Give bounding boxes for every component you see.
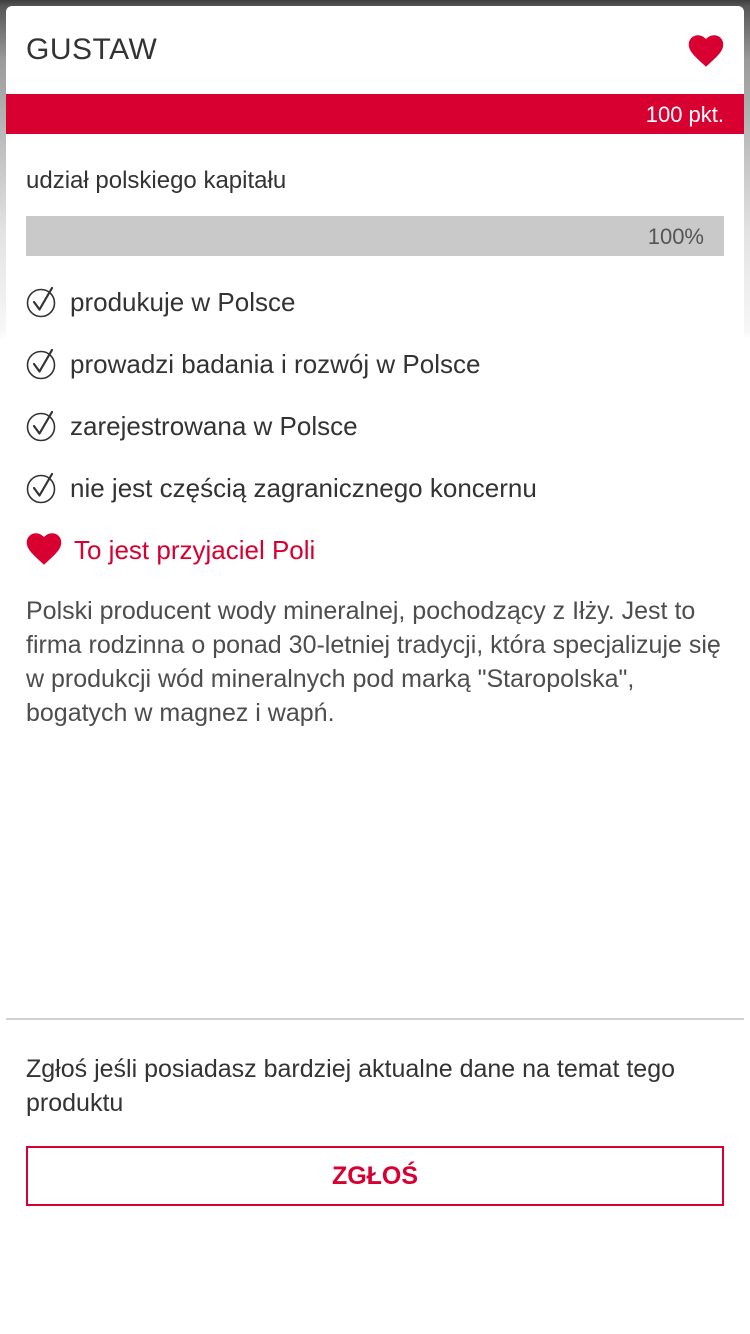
criteria-item: produkuje w Polsce: [26, 284, 726, 346]
product-description: Polski producent wody mineralnej, pochod…: [26, 597, 721, 727]
check-circle-icon: [26, 286, 56, 318]
capital-progress-fill: [26, 216, 724, 256]
card-header: GUSTAW: [6, 6, 744, 94]
criteria-label: nie jest częścią zagranicznego koncernu: [70, 473, 537, 503]
friend-label: To jest przyjaciel Poli: [74, 535, 316, 565]
criteria-label: prowadzi badania i rozwój w Polsce: [70, 349, 481, 379]
heart-icon[interactable]: [688, 34, 724, 68]
score-bar: 100 pkt.: [6, 94, 744, 134]
score-value: 100 pkt.: [645, 102, 724, 127]
criteria-list: produkuje w Polsce prowadzi badania i ro…: [26, 284, 726, 532]
report-button[interactable]: ZGŁOŚ: [26, 1146, 724, 1206]
product-card: GUSTAW 100 pkt. udział polskiego kapitał…: [6, 6, 744, 1218]
report-prompt: Zgłoś jeśli posiadasz bardziej aktualne …: [26, 1055, 676, 1117]
capital-label: udział polskiego kapitału: [26, 167, 287, 194]
criteria-item: zarejestrowana w Polsce: [26, 408, 726, 470]
criteria-item: nie jest częścią zagranicznego koncernu: [26, 470, 726, 532]
criteria-label: produkuje w Polsce: [70, 287, 296, 317]
criteria-item: prowadzi badania i rozwój w Polsce: [26, 346, 726, 408]
screen: GUSTAW 100 pkt. udział polskiego kapitał…: [0, 0, 750, 1334]
check-circle-icon: [26, 348, 56, 380]
capital-progress-value: 100%: [647, 224, 704, 249]
capital-progress-bar: 100%: [26, 216, 724, 256]
check-circle-icon: [26, 410, 56, 442]
heart-icon: [26, 533, 62, 565]
product-title: GUSTAW: [26, 33, 158, 66]
divider: [6, 1018, 744, 1020]
criteria-label: zarejestrowana w Polsce: [70, 411, 358, 441]
check-circle-icon: [26, 472, 56, 504]
friend-badge: To jest przyjaciel Poli: [26, 532, 726, 568]
